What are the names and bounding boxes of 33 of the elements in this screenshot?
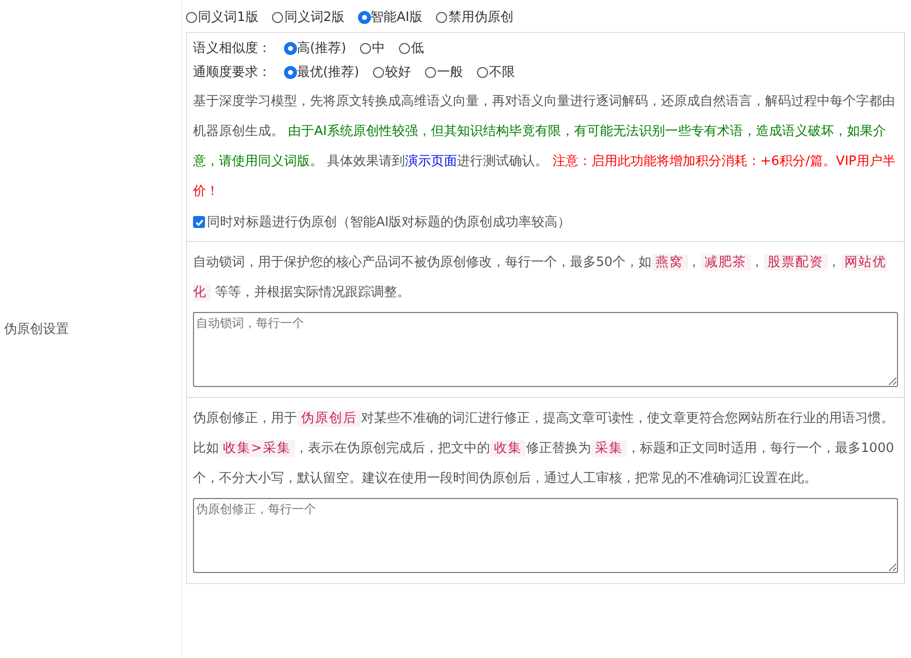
setting-option[interactable]: 不限 bbox=[477, 63, 516, 81]
checkbox-icon[interactable] bbox=[193, 216, 205, 228]
lock-words-field[interactable]: 自动锁词，每行一个 bbox=[193, 312, 898, 387]
lock-description: 自动锁词，用于保护您的核心产品词不被伪原创修改，每行一个，最多50个，如 燕窝 ， 减肥茶 ， 股票配资 ， 网站优化 等等，并根据实际情况跟踪调整。 bbox=[193, 253, 888, 303]
setting-option[interactable]: 高(推荐) bbox=[285, 39, 346, 57]
mode-option[interactable]: 同义词2版 bbox=[272, 8, 345, 26]
radio-icon[interactable] bbox=[477, 66, 488, 78]
radio-icon[interactable] bbox=[358, 12, 370, 22]
setting-option[interactable]: 较好 bbox=[373, 63, 412, 81]
radio-icon[interactable] bbox=[360, 42, 372, 54]
radio-icon[interactable] bbox=[186, 12, 197, 22]
mode-option[interactable]: 禁用伪原创 bbox=[436, 8, 514, 26]
mode-option[interactable]: 智能AI版 bbox=[358, 8, 422, 26]
radio-icon[interactable] bbox=[272, 12, 284, 22]
setting-option[interactable]: 一般 bbox=[425, 63, 464, 81]
section-label: 伪原创设置 bbox=[4, 321, 69, 338]
mode-option[interactable]: 同义词1版 bbox=[186, 8, 258, 26]
radio-icon[interactable] bbox=[285, 66, 296, 78]
setting-label: 通顺度要求： bbox=[193, 64, 271, 81]
demo-link[interactable]: 演示页面 bbox=[405, 154, 458, 169]
radio-icon[interactable] bbox=[285, 42, 296, 54]
setting-label: 语义相似度： bbox=[193, 40, 271, 57]
radio-icon[interactable] bbox=[373, 66, 384, 78]
radio-icon[interactable] bbox=[399, 42, 410, 54]
setting-option[interactable]: 低 bbox=[399, 39, 424, 57]
radio-icon[interactable] bbox=[436, 12, 448, 22]
title-checkbox[interactable]: 同时对标题进行伪原创（智能AI版对标题的伪原创成功率较高） bbox=[193, 213, 898, 231]
radio-icon[interactable] bbox=[425, 66, 436, 78]
correction-description: 伪原创修正，用于 伪原创后 对某些不准确的词汇进行修正，提高文章可读性，使文章更符合您网站所在行业的用语习惯。比如 收集>采集 ，表示在伪原创完成后，把文中的 收集 修正替换为 采集 ，标题和正文同时适用，每行一个，最多1000个，不分大小写，默认留空。建议在使用一段时间伪原创后，通过人工审核，把常见的不准确词汇设置在此。 bbox=[193, 409, 895, 488]
setting-option[interactable]: 最优(推荐) bbox=[285, 63, 360, 81]
setting-option[interactable]: 中 bbox=[360, 39, 386, 57]
correction-field[interactable]: 伪原创修正，每行一个 bbox=[193, 498, 898, 573]
description-text: 基于深度学习模型，先将原文转换成高维语义向量，再对语义向量进行逐词解码，还原成自然语言，解码过程中每个字都由机器原创生成。 由于AI系统原创性较强，但其知识结构毕竟有限，有可能无法识别一些专有术语，造成语义破坏，如果介意，请使用同义词版。 具体效果请到演示页面进行测试确认。 注意：启用此功能将增加积分消耗：+6积分/篇。VIP用户半价！ bbox=[193, 93, 896, 201]
